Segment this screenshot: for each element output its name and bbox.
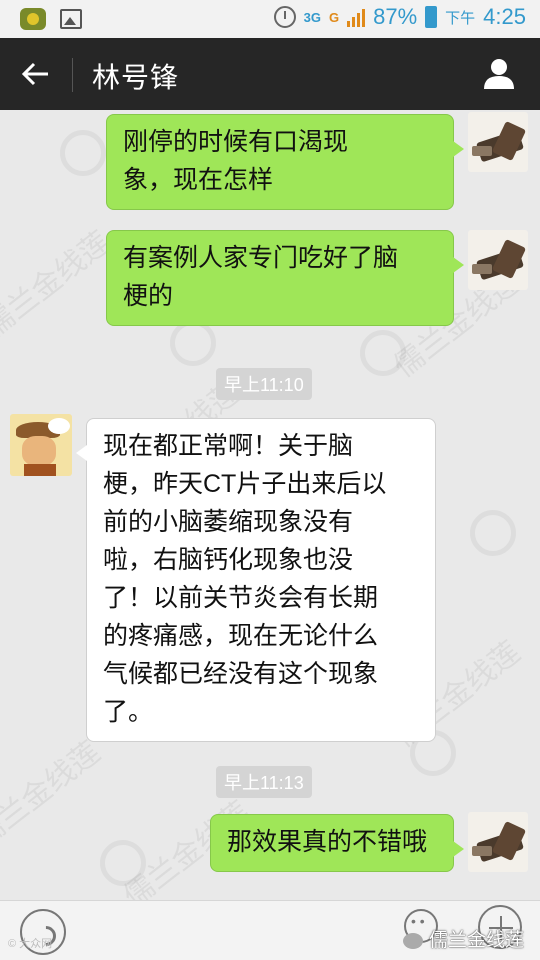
header-divider [72,58,73,92]
message-line: 刚停的时候有口渴现 [123,128,349,156]
message-line: 象，现在怎样 [123,166,274,194]
contact-name: 林号锋 [92,62,180,93]
arrow-left-icon[interactable] [18,56,54,92]
chat-header: 林号锋 [0,38,540,110]
message-line: 有案例人家专门吃好了脑 [123,244,399,272]
person-icon[interactable] [482,56,516,90]
message-line: 梗，昨天CT片子出来后以 [103,470,387,498]
message-line: 那效果真的不错哦 [227,828,428,856]
watermark-logo [170,320,216,366]
message-timestamp: 早上11:10 [216,368,312,400]
message-timestamp: 早上11:13 [216,766,312,798]
message-line: 气候都已经没有这个现象 [103,660,379,688]
clock: 4:25 [483,4,526,29]
watermark-logo [470,510,516,556]
network-g-indicator: G [328,9,340,25]
battery-percent: 87% [373,4,418,29]
watermark: 儒兰金线莲 [0,735,107,854]
signal-icon [347,7,366,27]
message-bubble-outgoing[interactable]: 那效果真的不错哦 [210,814,464,872]
watermark-logo-icon [402,932,423,949]
network-3g-indicator: 3G [303,9,321,25]
watermark: 儒兰金线莲 [0,225,117,344]
battery-icon [425,6,438,28]
bottom-watermark: 儒兰金线莲 [402,925,524,952]
message-bubble-incoming[interactable]: 现在都正常啊！关于脑 梗，昨天CT片子出来后以 前的小脑萎缩现象没有 啦，右脑钙… [76,418,436,742]
message-line: 啦，右脑钙化现象也没 [103,546,354,574]
message-line: 前的小脑萎缩现象没有 [103,508,354,536]
watermark-logo [60,130,106,176]
image-notification-icon [60,9,82,29]
contact-avatar[interactable] [10,414,72,476]
message-bubble-outgoing[interactable]: 有案例人家专门吃好了脑 梗的 [106,230,464,326]
my-avatar[interactable] [468,230,528,290]
my-avatar[interactable] [468,812,528,872]
message-line: 现在都正常啊！关于脑 [103,432,354,460]
bottom-watermark-text: 儒兰金线莲 [428,930,524,951]
status-bar: 3G G 87% 下午 4:25 [0,0,540,38]
time-ampm: 下午 [445,9,476,27]
message-line: 了！以前关节炎会有长期 [103,584,379,612]
message-line: 的疼痛感，现在无论什么 [103,622,379,650]
alarm-icon [273,6,296,28]
input-bar: © 大众网 儒兰金线莲 [0,900,540,960]
copyright-text: © 大众网 [8,938,53,950]
message-line: 了。 [103,698,154,726]
watermark-logo [360,330,406,376]
message-bubble-outgoing[interactable]: 刚停的时候有口渴现 象，现在怎样 [106,114,464,210]
my-avatar[interactable] [468,112,528,172]
app-notification-icon [20,8,46,30]
watermark-logo [100,840,146,886]
message-line: 梗的 [123,282,174,310]
chat-area[interactable]: 儒兰金线莲 儒兰金线莲 儒兰金线莲 儒兰金线莲 儒兰金线莲 儒兰金线莲 儒兰金线… [0,110,540,900]
